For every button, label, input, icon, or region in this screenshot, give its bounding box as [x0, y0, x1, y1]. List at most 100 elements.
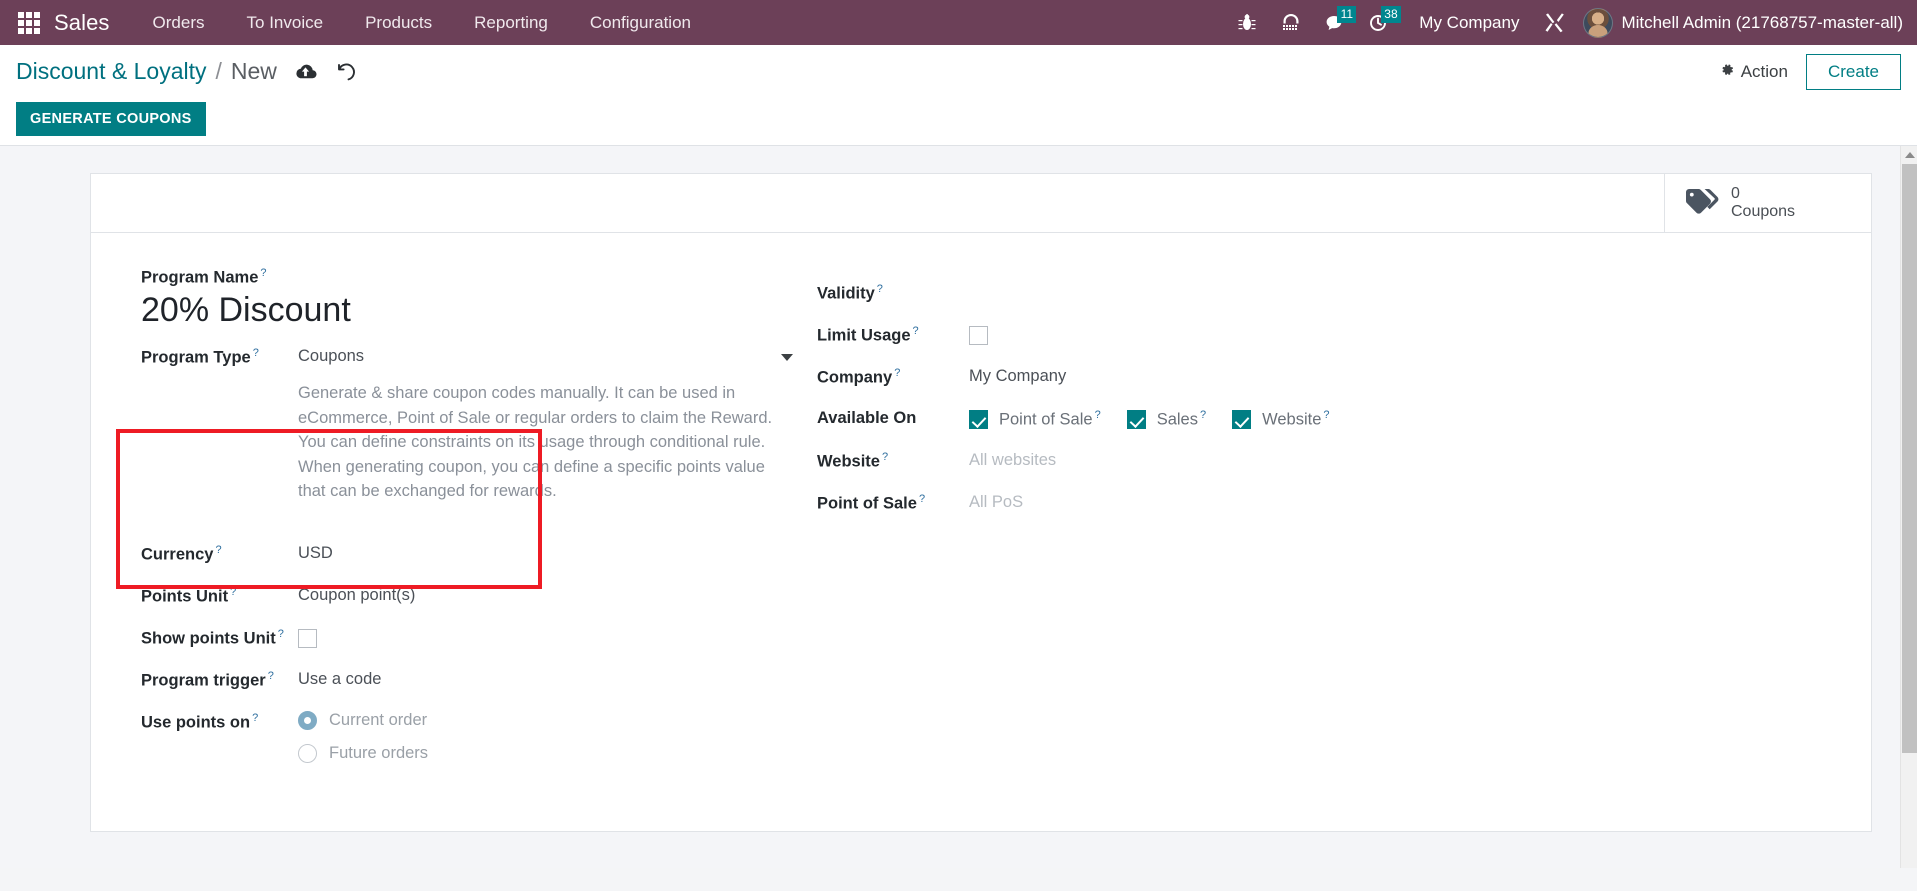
- messages-count-badge: 11: [1337, 6, 1357, 23]
- menu-orders[interactable]: Orders: [132, 0, 226, 45]
- form-sheet-wrapper: 0 Coupons Program Name? 20% Discount Pro…: [90, 173, 1872, 832]
- gear-icon: [1718, 61, 1735, 83]
- points-unit-help-icon[interactable]: ?: [230, 586, 236, 598]
- show-points-unit-help-icon[interactable]: ?: [278, 628, 284, 640]
- menu-reporting[interactable]: Reporting: [453, 0, 569, 45]
- activities-clock-icon[interactable]: 38: [1357, 0, 1401, 45]
- tools-wrench-icon[interactable]: [1533, 0, 1577, 45]
- limit-usage-checkbox[interactable]: [969, 326, 988, 345]
- program-type-description: Generate & share coupon codes manually. …: [298, 384, 773, 501]
- coupons-stat-text: 0 Coupons: [1731, 185, 1795, 222]
- program-name-input[interactable]: 20% Discount: [141, 290, 817, 331]
- limit-usage-row: Limit Usage?: [817, 323, 1517, 349]
- show-points-unit-label-text: Show points Unit: [141, 629, 276, 647]
- app-brand-sales[interactable]: Sales: [48, 10, 132, 36]
- control-panel: Discount & Loyalty / New Action Create G…: [0, 45, 1917, 146]
- use-points-on-label-text: Use points on: [141, 713, 251, 731]
- available-on-label-text: Available On: [817, 409, 917, 427]
- radio-future-orders-input[interactable]: [298, 743, 317, 763]
- radio-future-orders[interactable]: Future orders: [298, 743, 429, 763]
- available-on-website-label: Website?: [1262, 407, 1329, 430]
- company-help-icon[interactable]: ?: [894, 367, 900, 379]
- headset-support-icon[interactable]: [1269, 0, 1313, 45]
- website-input[interactable]: All websites: [969, 449, 1056, 470]
- coupons-stat-button[interactable]: 0 Coupons: [1664, 174, 1871, 232]
- show-points-unit-checkbox[interactable]: [298, 628, 317, 648]
- program-type-value: Coupons: [298, 346, 365, 365]
- available-on-point-of-sale[interactable]: Point of Sale?: [969, 407, 1101, 430]
- menu-configuration[interactable]: Configuration: [569, 0, 712, 45]
- company-row: Company? My Company: [817, 365, 1517, 391]
- show-points-unit-label: Show points Unit?: [141, 626, 298, 649]
- action-label: Action: [1740, 61, 1788, 81]
- currency-help-icon[interactable]: ?: [215, 544, 221, 556]
- use-points-on-help-icon[interactable]: ?: [252, 712, 258, 724]
- program-type-label-text: Program Type: [141, 348, 251, 367]
- breadcrumb-separator: /: [215, 58, 222, 84]
- company-label: Company?: [817, 365, 969, 388]
- available-on-sales-checkbox[interactable]: [1126, 410, 1146, 429]
- program-trigger-help-icon[interactable]: ?: [268, 670, 274, 682]
- radio-current-order[interactable]: Current order: [298, 710, 428, 730]
- form-right-column: Validity? Limit Usage? Company? My Compa…: [817, 267, 1517, 533]
- limit-usage-label: Limit Usage?: [817, 323, 969, 346]
- program-type-select[interactable]: Coupons: [298, 345, 793, 366]
- program-trigger-value[interactable]: Use a code: [298, 668, 381, 689]
- available-on-pos-help-icon[interactable]: ?: [1095, 409, 1101, 421]
- tags-icon: [1685, 188, 1719, 219]
- program-type-help-icon[interactable]: ?: [253, 347, 259, 359]
- apps-grid-icon[interactable]: [16, 10, 42, 36]
- program-trigger-label-text: Program trigger: [141, 671, 266, 689]
- company-value[interactable]: My Company: [969, 365, 1066, 386]
- create-button[interactable]: Create: [1805, 53, 1901, 90]
- navbar-right-group: 11 38 My Company Mitchell Admin (2176875…: [1225, 0, 1907, 45]
- radio-current-order-input[interactable]: [298, 710, 317, 730]
- available-on-sales-label-text: Sales: [1156, 410, 1198, 429]
- validity-label-text: Validity: [817, 284, 875, 303]
- program-name-help-icon[interactable]: ?: [260, 267, 266, 279]
- validity-help-icon[interactable]: ?: [877, 283, 883, 295]
- point-of-sale-help-icon[interactable]: ?: [919, 493, 925, 505]
- website-label: Website?: [817, 449, 969, 472]
- currency-label: Currency?: [141, 542, 298, 565]
- use-points-on-radio-group: Current order Future orders: [298, 710, 428, 763]
- bug-icon[interactable]: [1225, 0, 1269, 45]
- generate-coupons-button[interactable]: GENERATE COUPONS: [16, 102, 206, 136]
- chevron-down-icon[interactable]: [781, 353, 793, 361]
- available-on-sales-help-icon[interactable]: ?: [1200, 409, 1206, 421]
- currency-label-text: Currency: [141, 545, 214, 563]
- currency-value[interactable]: USD: [298, 542, 333, 563]
- cloud-upload-save-icon[interactable]: [293, 62, 318, 82]
- show-points-unit-row: Show points Unit?: [141, 626, 817, 652]
- company-label-text: Company: [817, 368, 893, 387]
- available-on-website-help-icon[interactable]: ?: [1323, 409, 1329, 421]
- action-menu[interactable]: Action: [1718, 61, 1788, 83]
- messages-icon[interactable]: 11: [1313, 0, 1357, 45]
- undo-discard-icon[interactable]: [334, 62, 358, 82]
- website-help-icon[interactable]: ?: [882, 451, 888, 463]
- program-name-label-text: Program Name: [141, 268, 259, 287]
- available-on-pos-checkbox[interactable]: [969, 410, 988, 429]
- program-trigger-label: Program trigger?: [141, 668, 298, 691]
- menu-to-invoice[interactable]: To Invoice: [226, 0, 345, 45]
- company-switcher[interactable]: My Company: [1401, 13, 1533, 33]
- available-on-sales[interactable]: Sales?: [1126, 407, 1206, 430]
- website-label-text: Website: [817, 452, 880, 471]
- breadcrumb: Discount & Loyalty / New: [16, 58, 277, 85]
- scrollbar-thumb[interactable]: [1902, 164, 1917, 753]
- limit-usage-help-icon[interactable]: ?: [913, 325, 919, 337]
- available-on-website[interactable]: Website?: [1232, 407, 1330, 430]
- avatar: [1583, 7, 1614, 38]
- menu-products[interactable]: Products: [344, 0, 453, 45]
- radio-future-orders-label: Future orders: [329, 743, 429, 762]
- available-on-website-checkbox[interactable]: [1232, 410, 1252, 429]
- validity-label: Validity?: [817, 281, 969, 304]
- scrollbar-up-arrow-icon[interactable]: [1901, 146, 1917, 163]
- breadcrumb-root-link[interactable]: Discount & Loyalty: [16, 58, 206, 85]
- coupons-stat-label: Coupons: [1731, 203, 1796, 220]
- point-of-sale-input[interactable]: All PoS: [969, 491, 1023, 512]
- vertical-scrollbar[interactable]: [1900, 146, 1917, 868]
- user-menu[interactable]: Mitchell Admin (21768757-master-all): [1577, 7, 1907, 38]
- points-unit-label-text: Points Unit: [141, 587, 229, 605]
- points-unit-value[interactable]: Coupon point(s): [298, 584, 415, 605]
